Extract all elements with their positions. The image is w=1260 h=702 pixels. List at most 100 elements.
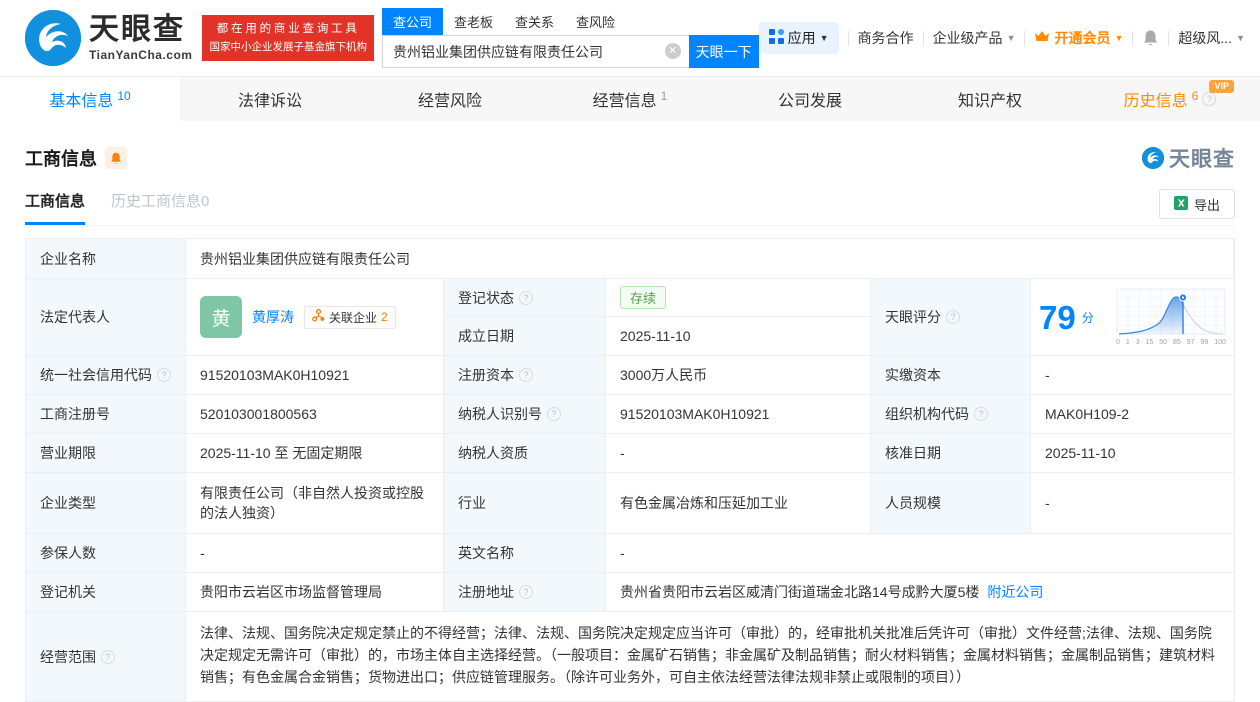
search-button[interactable]: 天眼一下	[688, 35, 759, 68]
business-scope-value: 法律、法规、国务院决定规定禁止的不得经营；法律、法规、国务院决定规定应当许可（审…	[200, 625, 1215, 685]
top-nav: 应用 ▼ 商务合作 企业级产品 ▼ 开通会员 ▼ 超级风... ▼	[758, 22, 1245, 54]
registered-capital-value: 3000万人民币	[606, 356, 871, 395]
search-input[interactable]	[381, 35, 689, 68]
brand-domain: TianYanCha.com	[89, 48, 193, 62]
staff-size-value: -	[1031, 473, 1234, 534]
legal-rep-cell: 黄 黄厚涛 关联企业 2	[186, 279, 444, 356]
nearby-companies-link[interactable]: 附近公司	[987, 582, 1043, 602]
tab-history[interactable]: VIP 历史信息 6 ?	[1080, 77, 1260, 121]
establish-date-value: 2025-11-10	[606, 317, 871, 356]
nav-apps[interactable]: 应用 ▼	[758, 22, 839, 54]
crown-icon	[1034, 30, 1050, 46]
field-label: 参保人数	[26, 534, 186, 573]
english-name-value: -	[606, 534, 1234, 573]
nav-cooperation-label: 商务合作	[857, 30, 914, 46]
tianyan-score-cell: 79 分 0 1 3 15 50 85 97 99 100	[1031, 279, 1234, 356]
field-label: 行业	[444, 473, 606, 534]
score-axis: 0 1 3 15 50 85 97 99 100	[1116, 339, 1226, 346]
avatar: 黄	[200, 296, 242, 338]
tab-label: 经营风险	[417, 93, 482, 110]
field-label: 营业期限	[26, 434, 186, 473]
help-icon[interactable]: ?	[157, 368, 171, 382]
subtab-history-business-info[interactable]: 历史工商信息0	[111, 190, 209, 225]
tab-label: 知识产权	[957, 93, 1022, 110]
subscribe-bell-icon[interactable]	[105, 147, 127, 169]
help-icon[interactable]: ?	[101, 649, 115, 664]
registry-authority-value: 贵阳市云岩区市场监督管理局	[186, 573, 444, 612]
tab-legal[interactable]: 法律诉讼	[180, 77, 360, 121]
top-header: 天眼查 TianYanCha.com 都在用的商业查询工具 国家中小企业发展子基…	[0, 0, 1260, 77]
help-icon[interactable]: ?	[519, 290, 533, 305]
watermark-text: 天眼查	[1169, 148, 1235, 171]
legal-rep-link[interactable]: 黄厚涛	[252, 307, 294, 327]
field-label: 人员规模	[871, 473, 1031, 534]
tab-count: 6	[1191, 89, 1199, 103]
company-name-value: 贵州铝业集团供应链有限责任公司	[186, 239, 1234, 279]
help-icon[interactable]: ?	[519, 585, 533, 599]
export-button[interactable]: 导出	[1158, 189, 1235, 219]
reg-status-value: 存续	[606, 279, 871, 317]
credit-code-value: 91520103MAK0H10921	[186, 356, 444, 395]
search-tab-company[interactable]: 查公司	[381, 8, 443, 35]
nav-apps-label: 应用	[787, 30, 816, 46]
chevron-down-icon: ▼	[1236, 33, 1245, 43]
tab-operating-risk[interactable]: 经营风险	[360, 77, 540, 121]
field-label: 纳税人识别号?	[444, 395, 606, 434]
help-icon[interactable]: ?	[946, 310, 960, 324]
field-label: 注册资本?	[444, 356, 606, 395]
insured-count-value: -	[186, 534, 444, 573]
field-label: 登记机关	[26, 573, 186, 612]
tab-label: 公司发展	[777, 93, 842, 110]
tab-intellectual-property[interactable]: 知识产权	[900, 77, 1080, 121]
field-label: 核准日期	[871, 434, 1031, 473]
taxpayer-id-value: 91520103MAK0H10921	[606, 395, 871, 434]
field-label: 统一社会信用代码?	[26, 356, 186, 395]
registered-address-value: 贵州省贵阳市云岩区威清门街道瑞金北路14号成黔大厦5楼 附近公司	[606, 573, 1234, 612]
nav-cooperation[interactable]: 商务合作	[858, 28, 914, 48]
field-label: 法定代表人	[26, 279, 186, 356]
field-label: 英文名称	[444, 534, 606, 573]
industry-value: 有色金属冶炼和压延加工业	[606, 473, 871, 534]
search-tab-relation[interactable]: 查关系	[504, 8, 565, 35]
tianyancha-watermark-icon	[1142, 147, 1164, 169]
tab-development[interactable]: 公司发展	[720, 77, 900, 121]
tab-label: 法律诉讼	[237, 93, 302, 110]
promo-badge: 都在用的商业查询工具 国家中小企业发展子基金旗下机构	[202, 14, 374, 62]
divider	[847, 30, 849, 46]
help-icon[interactable]: ?	[974, 407, 988, 421]
field-label: 企业名称	[26, 239, 186, 279]
tianyancha-logo-icon	[25, 10, 81, 66]
nav-enterprise[interactable]: 企业级产品 ▼	[933, 28, 1016, 48]
score-distribution-chart: 0 1 3 15 50 85 97 99 100	[1116, 288, 1226, 346]
nav-super-risk[interactable]: 超级风... ▼	[1178, 28, 1245, 48]
help-icon[interactable]: ?	[547, 407, 561, 421]
tab-label: 基本信息	[49, 93, 114, 110]
field-label: 登记状态?	[444, 279, 606, 317]
related-companies-label: 关联企业	[329, 310, 378, 325]
field-label: 纳税人资质	[444, 434, 606, 473]
subtab-business-info[interactable]: 工商信息	[25, 190, 86, 225]
section-title: 工商信息	[25, 149, 97, 169]
org-chart-icon	[312, 309, 325, 325]
nav-vip-label: 开通会员	[1054, 30, 1111, 46]
help-icon[interactable]: ?	[519, 368, 533, 382]
clear-search-icon[interactable]: ✕	[664, 43, 681, 59]
search-tab-boss[interactable]: 查老板	[443, 8, 504, 35]
score-unit: 分	[1081, 310, 1094, 325]
company-type-value: 有限责任公司（非自然人投资或控股的法人独资）	[186, 473, 444, 534]
notification-bell-icon[interactable]	[1142, 29, 1159, 47]
search-tab-risk[interactable]: 查风险	[565, 8, 626, 35]
related-companies-badge[interactable]: 关联企业 2	[304, 305, 396, 329]
chevron-down-icon: ▼	[819, 33, 829, 43]
nav-vip[interactable]: 开通会员 ▼	[1034, 28, 1123, 48]
brand-logo[interactable]: 天眼查 TianYanCha.com	[25, 10, 192, 66]
tab-label: 历史信息	[1123, 93, 1188, 110]
help-icon[interactable]: ?	[1202, 92, 1217, 106]
company-tab-bar: 基本信息 10 法律诉讼 经营风险 经营信息 1 公司发展 知识产权 VIP 历…	[0, 77, 1260, 121]
tab-operating-info[interactable]: 经营信息 1	[540, 77, 720, 121]
apps-grid-icon	[768, 29, 784, 47]
business-info-table: 企业名称 贵州铝业集团供应链有限责任公司 法定代表人 黄 黄厚涛 关联企业 2 …	[25, 238, 1235, 702]
field-label: 经营范围?	[26, 612, 186, 701]
tab-label: 经营信息	[592, 93, 657, 110]
tab-basic-info[interactable]: 基本信息 10	[0, 77, 180, 121]
